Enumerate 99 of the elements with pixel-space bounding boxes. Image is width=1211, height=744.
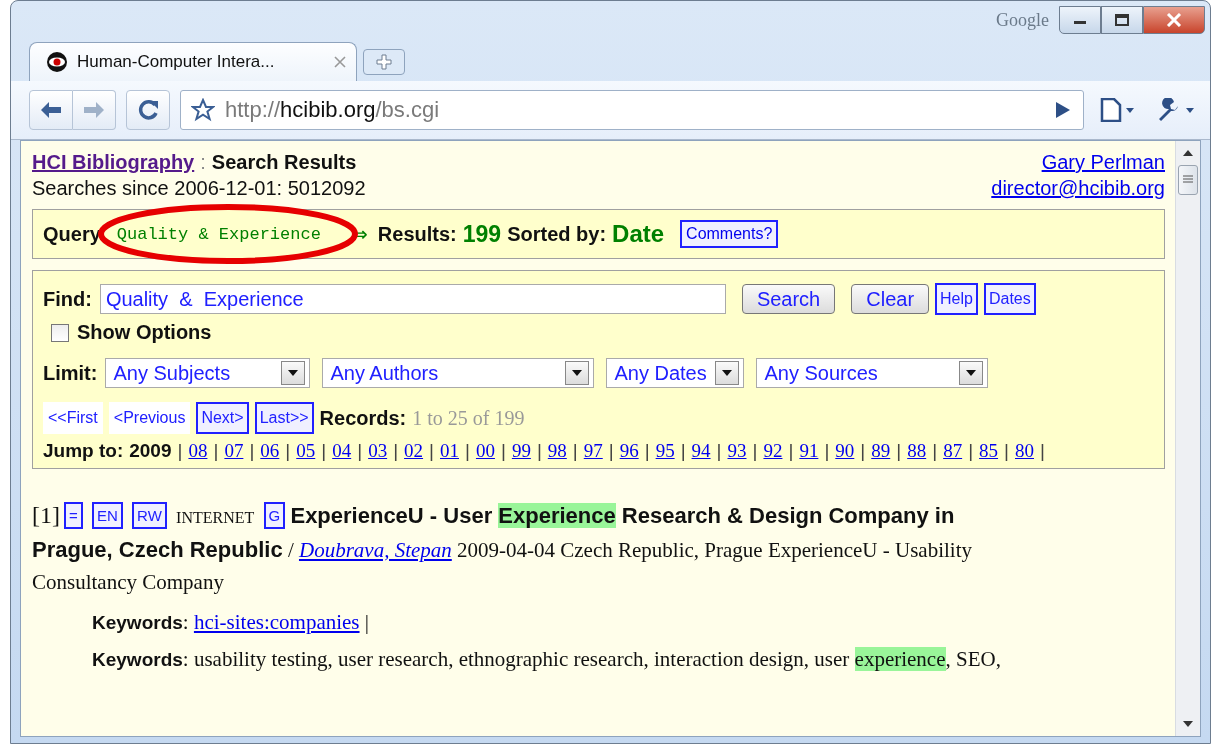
search-count-text: Searches since 2006-12-01: 5012092 [32, 176, 366, 201]
separator-text: | [500, 440, 506, 462]
records-range: 1 to 25 of 199 [412, 406, 525, 430]
separator-text: | [788, 440, 794, 462]
search-field[interactable]: Quality & Experience [99, 284, 726, 314]
separator-text: | [357, 440, 363, 462]
result-description: Consultancy Company [32, 570, 224, 594]
email-link[interactable]: director@hcibib.org [991, 175, 1165, 201]
year-link[interactable]: 05 [296, 440, 316, 462]
year-link[interactable]: 94 [691, 440, 711, 462]
author-link[interactable]: Doubrava, Stepan [298, 538, 452, 562]
year-link[interactable]: 08 [188, 440, 208, 462]
tag-button[interactable]: RW [132, 502, 167, 529]
year-link[interactable]: 04 [332, 440, 352, 462]
separator-text: | [608, 440, 614, 462]
separator-text: | [824, 440, 830, 462]
records-label: Records: [319, 406, 407, 430]
year-link[interactable]: 02 [404, 440, 424, 462]
year-link[interactable]: 96 [619, 440, 639, 462]
year-link[interactable]: 07 [224, 440, 244, 462]
keyword-link[interactable]: hci-sites:companies [193, 610, 360, 634]
separator-text: | [1004, 440, 1009, 462]
results-label: Results: [377, 222, 457, 246]
separator-text: | [644, 440, 650, 462]
separator-text: | [536, 440, 542, 462]
separator-text: | [932, 440, 938, 462]
jump-label: Jump to: [43, 440, 124, 462]
sorted-label: Sorted by: [507, 222, 607, 246]
separator-text: | [465, 440, 470, 462]
year-link[interactable]: 97 [583, 440, 603, 462]
query-label: Query [43, 222, 101, 246]
separator-text: | [752, 440, 758, 462]
separator-text: | [321, 440, 327, 462]
separator-text: | [968, 440, 974, 462]
year-link[interactable]: 01 [440, 440, 459, 462]
slash-text: / [287, 538, 294, 562]
pager-button[interactable]: Last>> [254, 402, 314, 434]
site-link[interactable]: HCI Bibliography [32, 151, 195, 173]
limit-label: Limit: [43, 361, 98, 385]
separator-text: | [429, 440, 434, 462]
author-link[interactable]: Gary Perlman [1041, 149, 1165, 175]
result-index: [1] [32, 502, 60, 528]
find-label: Find: [43, 287, 92, 311]
separator-text: | [680, 440, 686, 462]
help-button[interactable]: Dates [983, 283, 1036, 315]
help-button[interactable]: Help [935, 283, 978, 315]
year-link[interactable]: 03 [368, 440, 388, 462]
page-title: Search Results [211, 151, 357, 173]
separator-text: | [896, 440, 902, 462]
year-link[interactable]: 93 [727, 440, 747, 462]
source-type: INTERNET [176, 509, 255, 526]
result-title: Prague, Czech Republic [32, 537, 283, 562]
separator-text: | [393, 440, 399, 462]
year-link[interactable]: 06 [260, 440, 280, 462]
separator-text: | [1040, 440, 1045, 462]
query-text: Quality & Experience [116, 224, 321, 244]
separator-text: | [572, 440, 578, 462]
browser-tab[interactable]: Human-Computer Intera... [29, 42, 357, 81]
current-year: 2009 [129, 440, 172, 462]
separator-text: | [177, 440, 183, 462]
sort-value: Date [612, 220, 665, 248]
tag-button[interactable]: = [64, 502, 83, 529]
comments-button[interactable]: Comments? [680, 220, 779, 248]
address-bar[interactable]: http://hcibib.org/bs.cgi [180, 90, 1084, 130]
result-description: 2009-04-04 Czech Republic, Prague ExperienceU - Usability [457, 538, 972, 562]
pager-button[interactable]: Next> [196, 402, 249, 434]
year-link[interactable]: 99 [511, 440, 531, 462]
tag-button[interactable]: EN [92, 502, 123, 529]
filter-dropdown[interactable]: Any Dates [606, 358, 745, 388]
year-link[interactable]: 92 [763, 440, 783, 462]
separator-text: | [716, 440, 722, 462]
year-link[interactable]: 80 [1015, 440, 1034, 462]
results-count: 199 [462, 220, 502, 248]
year-link[interactable]: 89 [871, 440, 891, 462]
separator-text: | [285, 440, 291, 462]
keywords-text: Keywords: usability testing, user research, ethnographic research, interaction design, user experience, SEO, [92, 647, 1001, 671]
separator-text: : [200, 151, 206, 173]
result-title: ExperienceU - User Experience Research & Design Company in [290, 503, 955, 528]
separator-text: | [364, 610, 369, 634]
filter-dropdown[interactable]: Any Sources [756, 358, 989, 388]
year-link[interactable]: 85 [979, 440, 999, 462]
filter-dropdown[interactable]: Any Subjects [105, 358, 311, 388]
action-button[interactable]: Search [741, 284, 836, 314]
filter-dropdown[interactable]: Any Authors [322, 358, 595, 388]
year-link[interactable]: 90 [835, 440, 855, 462]
year-link[interactable]: 88 [907, 440, 927, 462]
action-button[interactable]: Clear [851, 284, 930, 314]
separator-text: | [860, 440, 866, 462]
separator-text: | [249, 440, 255, 462]
year-link[interactable]: 91 [799, 440, 819, 462]
keywords-label: Keywords: [92, 610, 189, 634]
checkbox-label: Show Options [77, 321, 212, 344]
year-link[interactable]: 98 [547, 440, 567, 462]
year-link[interactable]: 87 [943, 440, 963, 462]
separator-text: | [213, 440, 219, 462]
year-link[interactable]: 95 [655, 440, 675, 462]
tag-button[interactable]: G [263, 502, 286, 529]
brand-label: Google [996, 9, 1049, 31]
year-link[interactable]: 00 [475, 440, 495, 462]
